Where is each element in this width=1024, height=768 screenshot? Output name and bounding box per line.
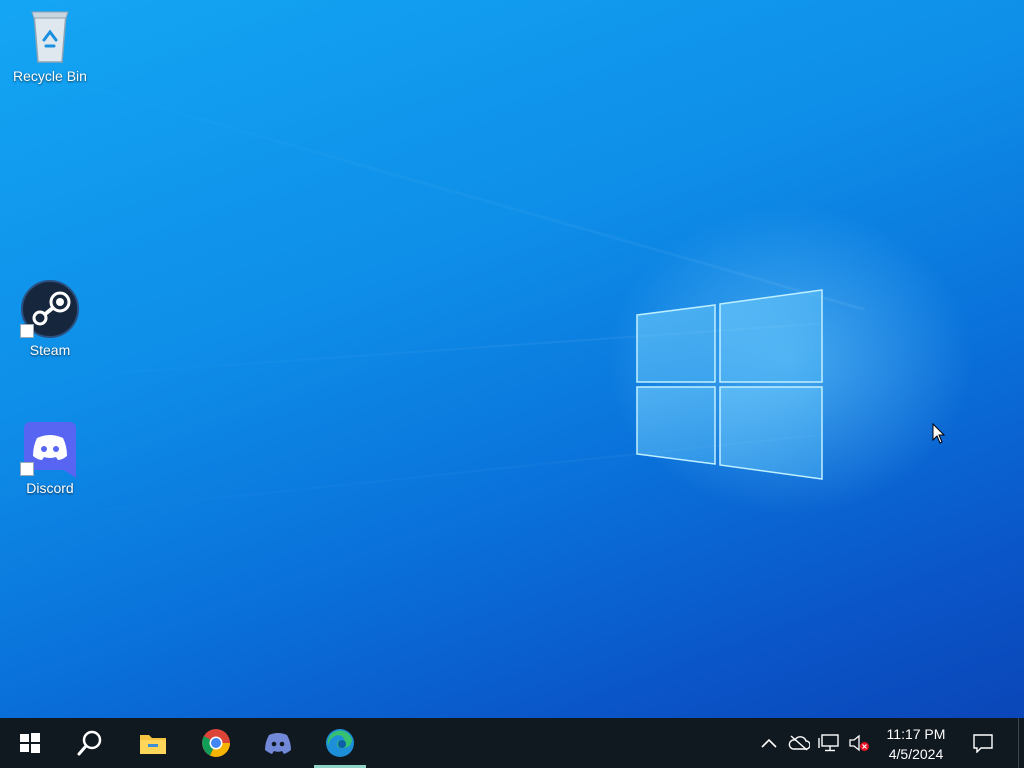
edge-icon xyxy=(326,729,354,757)
desktop-icon-discord[interactable]: Discord xyxy=(5,418,95,496)
windows-icon xyxy=(20,733,40,753)
discord-taskbar-button[interactable] xyxy=(252,718,304,768)
onedrive-offline-icon xyxy=(788,735,810,751)
folder-icon xyxy=(140,735,166,754)
desktop[interactable]: Recycle Bin Steam Discord xyxy=(0,0,1024,718)
desktop-icon-label: Steam xyxy=(29,342,71,358)
recycle-bin-icon xyxy=(20,6,80,66)
onedrive-tray-button[interactable] xyxy=(786,730,812,756)
desktop-icon-recycle-bin[interactable]: Recycle Bin xyxy=(5,6,95,84)
start-button[interactable] xyxy=(4,718,56,768)
show-desktop-button[interactable] xyxy=(1018,718,1024,768)
taskbar: 11:17 PM 4/5/2024 xyxy=(0,718,1024,768)
clock-date: 4/5/2024 xyxy=(888,746,944,762)
steam-icon xyxy=(20,280,80,340)
volume-muted-icon xyxy=(849,734,869,752)
shortcut-arrow-icon xyxy=(20,324,34,338)
clock-time: 11:17 PM xyxy=(886,726,946,742)
discord-icon xyxy=(20,418,80,478)
search-button[interactable] xyxy=(64,718,116,768)
chevron-up-icon xyxy=(761,738,777,748)
edge-button[interactable] xyxy=(314,718,366,768)
action-center-button[interactable] xyxy=(970,730,996,756)
file-explorer-button[interactable] xyxy=(127,718,179,768)
mouse-cursor-icon xyxy=(932,423,946,444)
show-hidden-icons-button[interactable] xyxy=(756,730,782,756)
clock[interactable]: 11:17 PM 4/5/2024 xyxy=(878,724,954,764)
desktop-icon-label: Recycle Bin xyxy=(13,68,87,84)
action-center-icon xyxy=(973,734,993,753)
light-beam xyxy=(0,60,866,311)
network-icon xyxy=(818,734,839,752)
volume-tray-button[interactable] xyxy=(846,730,872,756)
network-tray-button[interactable] xyxy=(816,730,842,756)
chrome-icon xyxy=(202,729,230,757)
discord-icon xyxy=(265,733,291,754)
chrome-button[interactable] xyxy=(190,718,242,768)
search-icon xyxy=(77,730,102,756)
desktop-icon-steam[interactable]: Steam xyxy=(5,280,95,358)
shortcut-arrow-icon xyxy=(20,462,34,476)
windows-wallpaper-logo xyxy=(636,289,823,480)
desktop-icon-label: Discord xyxy=(26,480,74,496)
